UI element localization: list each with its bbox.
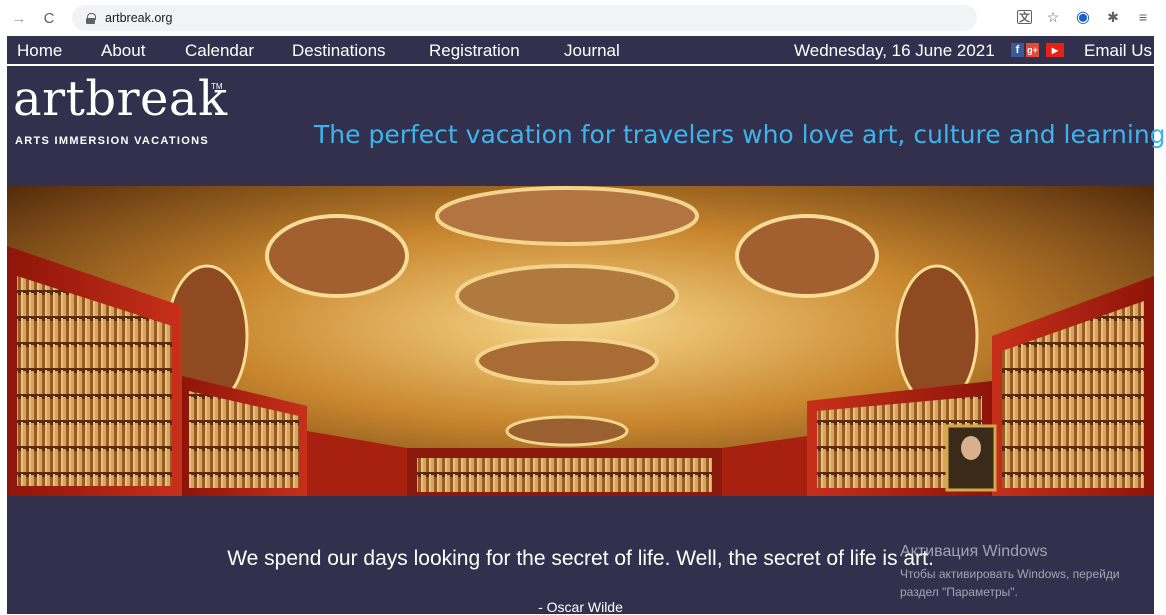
site-page: Home About Calendar Destinations Registr… [7, 36, 1166, 615]
star-icon[interactable]: ☆ [1044, 6, 1062, 28]
windows-activation-line1: Чтобы активировать Windows, перейди [900, 567, 1120, 581]
youtube-icon[interactable]: ▶ [1046, 43, 1064, 57]
site-tagline: The perfect vacation for travelers who l… [314, 120, 1166, 149]
nav-destinations[interactable]: Destinations [292, 41, 386, 61]
nav-about[interactable]: About [101, 41, 145, 61]
nav-calendar[interactable]: Calendar [185, 41, 254, 61]
windows-activation-title: Активация Windows [900, 543, 1048, 560]
vpn-icon[interactable]: ◉ [1074, 6, 1092, 28]
logo-trademark: TM [211, 82, 223, 91]
nav-registration[interactable]: Registration [429, 41, 520, 61]
nav-home[interactable]: Home [17, 41, 62, 61]
windows-activation-line2: раздел "Параметры". [900, 585, 1018, 599]
logo-subtitle: ARTS IMMERSION VACATIONS [15, 135, 209, 147]
email-us-link[interactable]: Email Us [1084, 41, 1152, 61]
quote-author: - Oscar Wilde [538, 599, 623, 615]
nav-journal[interactable]: Journal [564, 41, 620, 61]
lock-icon[interactable] [86, 12, 96, 24]
browser-toolbar: → C artbreak.org 文 ☆ ◉ ✱ ≡ [0, 0, 1166, 36]
url-text[interactable]: artbreak.org [105, 11, 172, 25]
googleplus-icon[interactable]: g+ [1026, 43, 1039, 57]
menu-icon[interactable]: ≡ [1134, 6, 1152, 28]
top-navigation: Home About Calendar Destinations Registr… [7, 36, 1154, 66]
back-arrow-icon[interactable]: → [8, 7, 30, 29]
hero-illustration [7, 186, 1154, 496]
site-logo[interactable]: artbreak [13, 74, 228, 124]
reload-icon[interactable]: C [38, 7, 60, 29]
address-bar[interactable]: artbreak.org [72, 5, 977, 31]
extensions-icon[interactable]: ✱ [1104, 6, 1122, 28]
facebook-icon[interactable]: f [1011, 43, 1024, 57]
current-date: Wednesday, 16 June 2021 [794, 41, 995, 60]
hero-library-image [7, 186, 1154, 496]
translate-icon[interactable]: 文 [1017, 10, 1032, 24]
browser-action-icons: 文 ☆ ◉ ✱ ≡ [1017, 6, 1152, 28]
